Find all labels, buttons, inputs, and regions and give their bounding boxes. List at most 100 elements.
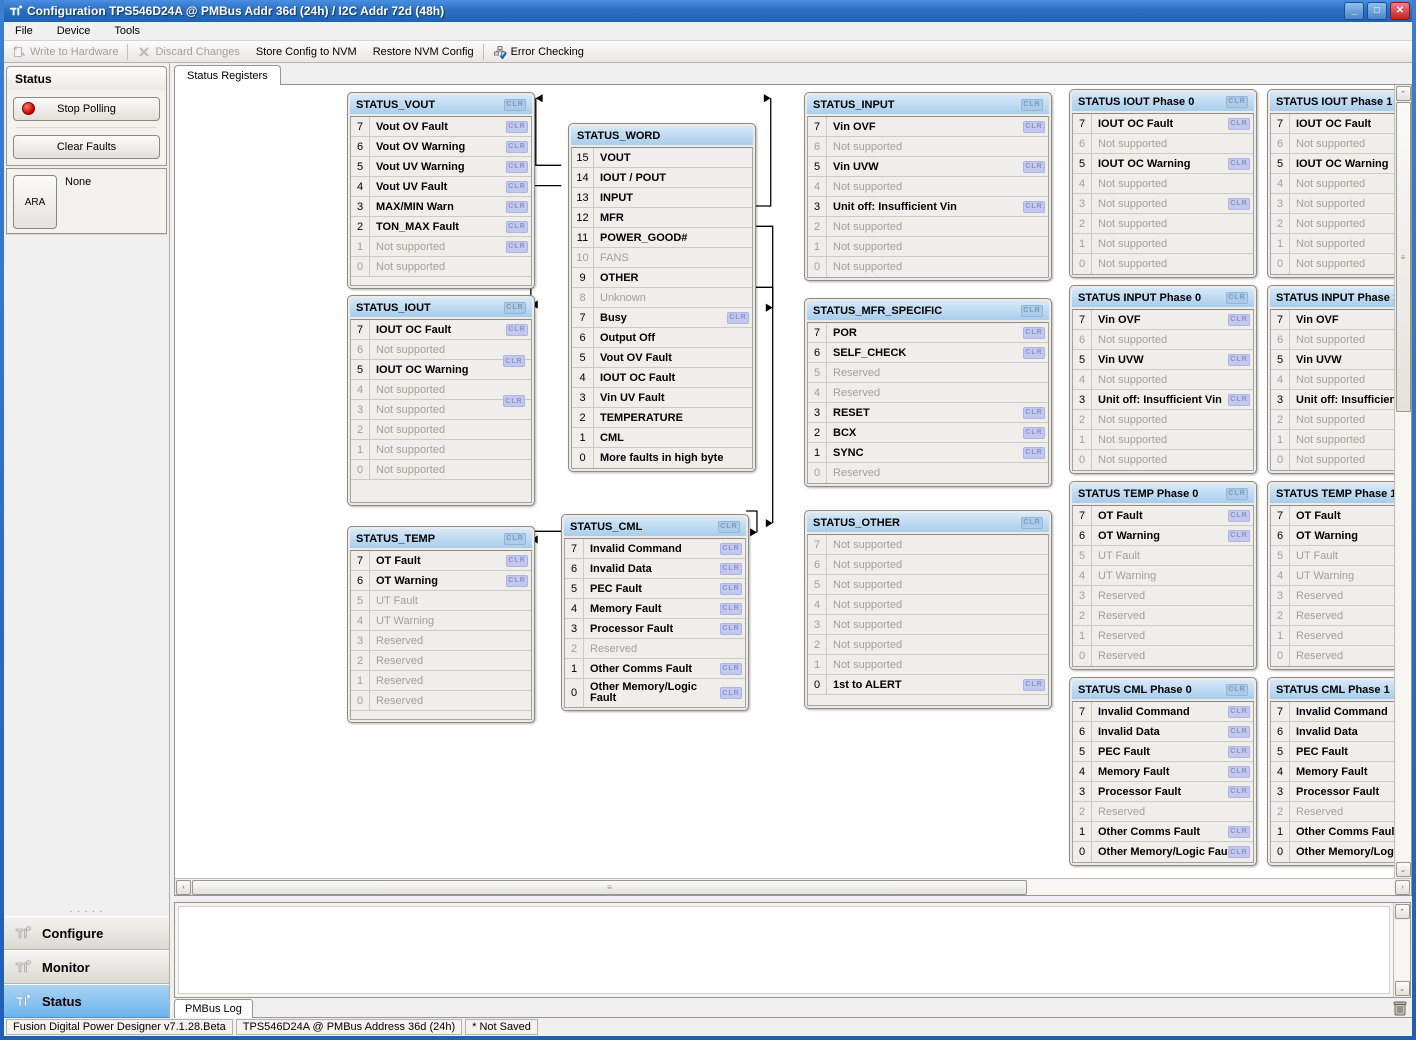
maximize-button[interactable]: □	[1367, 2, 1387, 20]
scroll-down-button[interactable]: ⌄	[1396, 862, 1411, 877]
register-bit-row: 2Not supported	[1271, 214, 1394, 234]
clear-button[interactable]: CLR	[1228, 746, 1250, 758]
clear-button[interactable]: CLR	[1021, 517, 1043, 529]
scroll-left-button[interactable]: ‹	[176, 880, 191, 895]
clear-button[interactable]: CLR	[506, 141, 528, 153]
tab-status-registers[interactable]: Status Registers	[174, 65, 281, 85]
sidebar-item-monitor[interactable]: Monitor	[4, 950, 169, 984]
trash-icon[interactable]	[1392, 999, 1408, 1017]
stop-polling-button[interactable]: Stop Polling	[13, 97, 160, 121]
clear-button[interactable]: CLR	[720, 663, 742, 675]
clear-button[interactable]: CLR	[506, 555, 528, 567]
sidebar-item-configure[interactable]: Configure	[4, 916, 169, 950]
vertical-scroll-track[interactable]	[1396, 412, 1411, 861]
clear-button[interactable]: CLR	[1228, 198, 1250, 210]
write-to-hardware-button[interactable]: Write to Hardware	[4, 41, 126, 62]
clear-button[interactable]: CLR	[1226, 488, 1248, 500]
bit-number: 3	[1073, 390, 1092, 409]
register-bit-row: 5PEC FaultCLR	[1073, 742, 1253, 762]
vertical-scroll-thumb[interactable]: ≡	[1396, 102, 1411, 412]
register-bit-row: 1Other Comms FaultCLR	[1073, 822, 1253, 842]
clear-button[interactable]: CLR	[720, 543, 742, 555]
clear-button[interactable]: CLR	[1228, 786, 1250, 798]
store-config-to-nvm-button[interactable]: Store Config to NVM	[248, 41, 365, 62]
clear-button[interactable]: CLR	[718, 521, 740, 533]
close-button[interactable]: ✕	[1390, 2, 1410, 20]
clear-button[interactable]: CLR	[506, 221, 528, 233]
clear-button[interactable]: CLR	[727, 312, 749, 324]
clear-button[interactable]: CLR	[1228, 394, 1250, 406]
clear-button[interactable]: CLR	[720, 687, 742, 699]
clear-button[interactable]: CLR	[506, 575, 528, 587]
canvas-horizontal-scrollbar[interactable]: ‹ ≡ ›	[175, 878, 1411, 895]
clear-button[interactable]: CLR	[503, 395, 525, 407]
restore-nvm-config-button[interactable]: Restore NVM Config	[365, 41, 482, 62]
canvas-vertical-scrollbar[interactable]: ⌃ ≡ ⌄	[1394, 85, 1411, 878]
clear-button[interactable]: CLR	[1228, 826, 1250, 838]
clear-button[interactable]: CLR	[720, 583, 742, 595]
error-checking-button[interactable]: Error Checking	[485, 41, 592, 62]
clear-button[interactable]: CLR	[1226, 684, 1248, 696]
register-bit-row: 1Reserved	[1073, 626, 1253, 646]
clear-button[interactable]: CLR	[1228, 158, 1250, 170]
scroll-up-button[interactable]: ⌃	[1396, 86, 1411, 101]
clear-button[interactable]: CLR	[1228, 766, 1250, 778]
ara-button[interactable]: ARA	[13, 175, 57, 229]
clear-button[interactable]: CLR	[1228, 530, 1250, 542]
clear-button[interactable]: CLR	[1023, 161, 1045, 173]
bit-label: OT Fault	[370, 555, 506, 567]
clear-button[interactable]: CLR	[504, 302, 526, 314]
clear-button[interactable]: CLR	[1023, 407, 1045, 419]
clear-button[interactable]: CLR	[1023, 679, 1045, 691]
clear-button[interactable]: CLR	[506, 161, 528, 173]
sidebar-resize-grip[interactable]: · · · · ·	[4, 905, 169, 916]
horizontal-scroll-thumb[interactable]: ≡	[192, 880, 1027, 895]
clear-button[interactable]: CLR	[720, 563, 742, 575]
bit-label: Not supported	[1092, 258, 1253, 270]
clear-button[interactable]: CLR	[1023, 447, 1045, 459]
clear-button[interactable]: CLR	[506, 324, 528, 336]
clear-button[interactable]: CLR	[1228, 118, 1250, 130]
minimize-button[interactable]: _	[1344, 2, 1364, 20]
log-text-area[interactable]	[178, 906, 1390, 994]
clear-faults-button[interactable]: Clear Faults	[13, 135, 160, 159]
clear-button[interactable]: CLR	[1228, 706, 1250, 718]
clear-button[interactable]: CLR	[720, 623, 742, 635]
clear-button[interactable]: CLR	[506, 121, 528, 133]
clear-button[interactable]: CLR	[1023, 347, 1045, 359]
clear-button[interactable]: CLR	[1023, 427, 1045, 439]
menu-tools[interactable]: Tools	[111, 24, 143, 38]
clear-button[interactable]: CLR	[1228, 354, 1250, 366]
clear-button[interactable]: CLR	[503, 355, 525, 367]
clear-button[interactable]: CLR	[506, 241, 528, 253]
horizontal-scroll-track[interactable]	[1027, 880, 1394, 895]
log-scroll-track[interactable]	[1395, 920, 1410, 980]
sidebar-item-status[interactable]: Status	[4, 984, 169, 1018]
clear-button[interactable]: CLR	[504, 533, 526, 545]
clear-button[interactable]: CLR	[1228, 846, 1250, 858]
clear-button[interactable]: CLR	[720, 603, 742, 615]
clear-button[interactable]: CLR	[1228, 726, 1250, 738]
clear-button[interactable]: CLR	[1021, 305, 1043, 317]
clear-button[interactable]: CLR	[1023, 201, 1045, 213]
clear-button[interactable]: CLR	[1226, 292, 1248, 304]
clear-button[interactable]: CLR	[506, 181, 528, 193]
clear-button[interactable]: CLR	[504, 99, 526, 111]
log-scroll-down-button[interactable]: ⌄	[1395, 981, 1410, 996]
bit-number: 1	[1271, 626, 1290, 645]
clear-button[interactable]: CLR	[506, 201, 528, 213]
clear-button[interactable]: CLR	[1228, 314, 1250, 326]
clear-button[interactable]: CLR	[1021, 99, 1043, 111]
menu-file[interactable]: File	[12, 24, 36, 38]
tab-pmbus-log[interactable]: PMBus Log	[174, 999, 253, 1018]
clear-button[interactable]: CLR	[1023, 327, 1045, 339]
scroll-right-button[interactable]: ›	[1395, 880, 1410, 895]
register-panel-status-temp: STATUS_TEMPCLR7OT FaultCLR6OT WarningCLR…	[347, 526, 535, 723]
log-vertical-scrollbar[interactable]: ⌃ ⌄	[1393, 903, 1410, 997]
log-scroll-up-button[interactable]: ⌃	[1395, 904, 1410, 919]
clear-button[interactable]: CLR	[1226, 96, 1248, 108]
clear-button[interactable]: CLR	[1023, 121, 1045, 133]
clear-button[interactable]: CLR	[1228, 510, 1250, 522]
discard-changes-button[interactable]: Discard Changes	[129, 41, 247, 62]
menu-device[interactable]: Device	[54, 24, 94, 38]
